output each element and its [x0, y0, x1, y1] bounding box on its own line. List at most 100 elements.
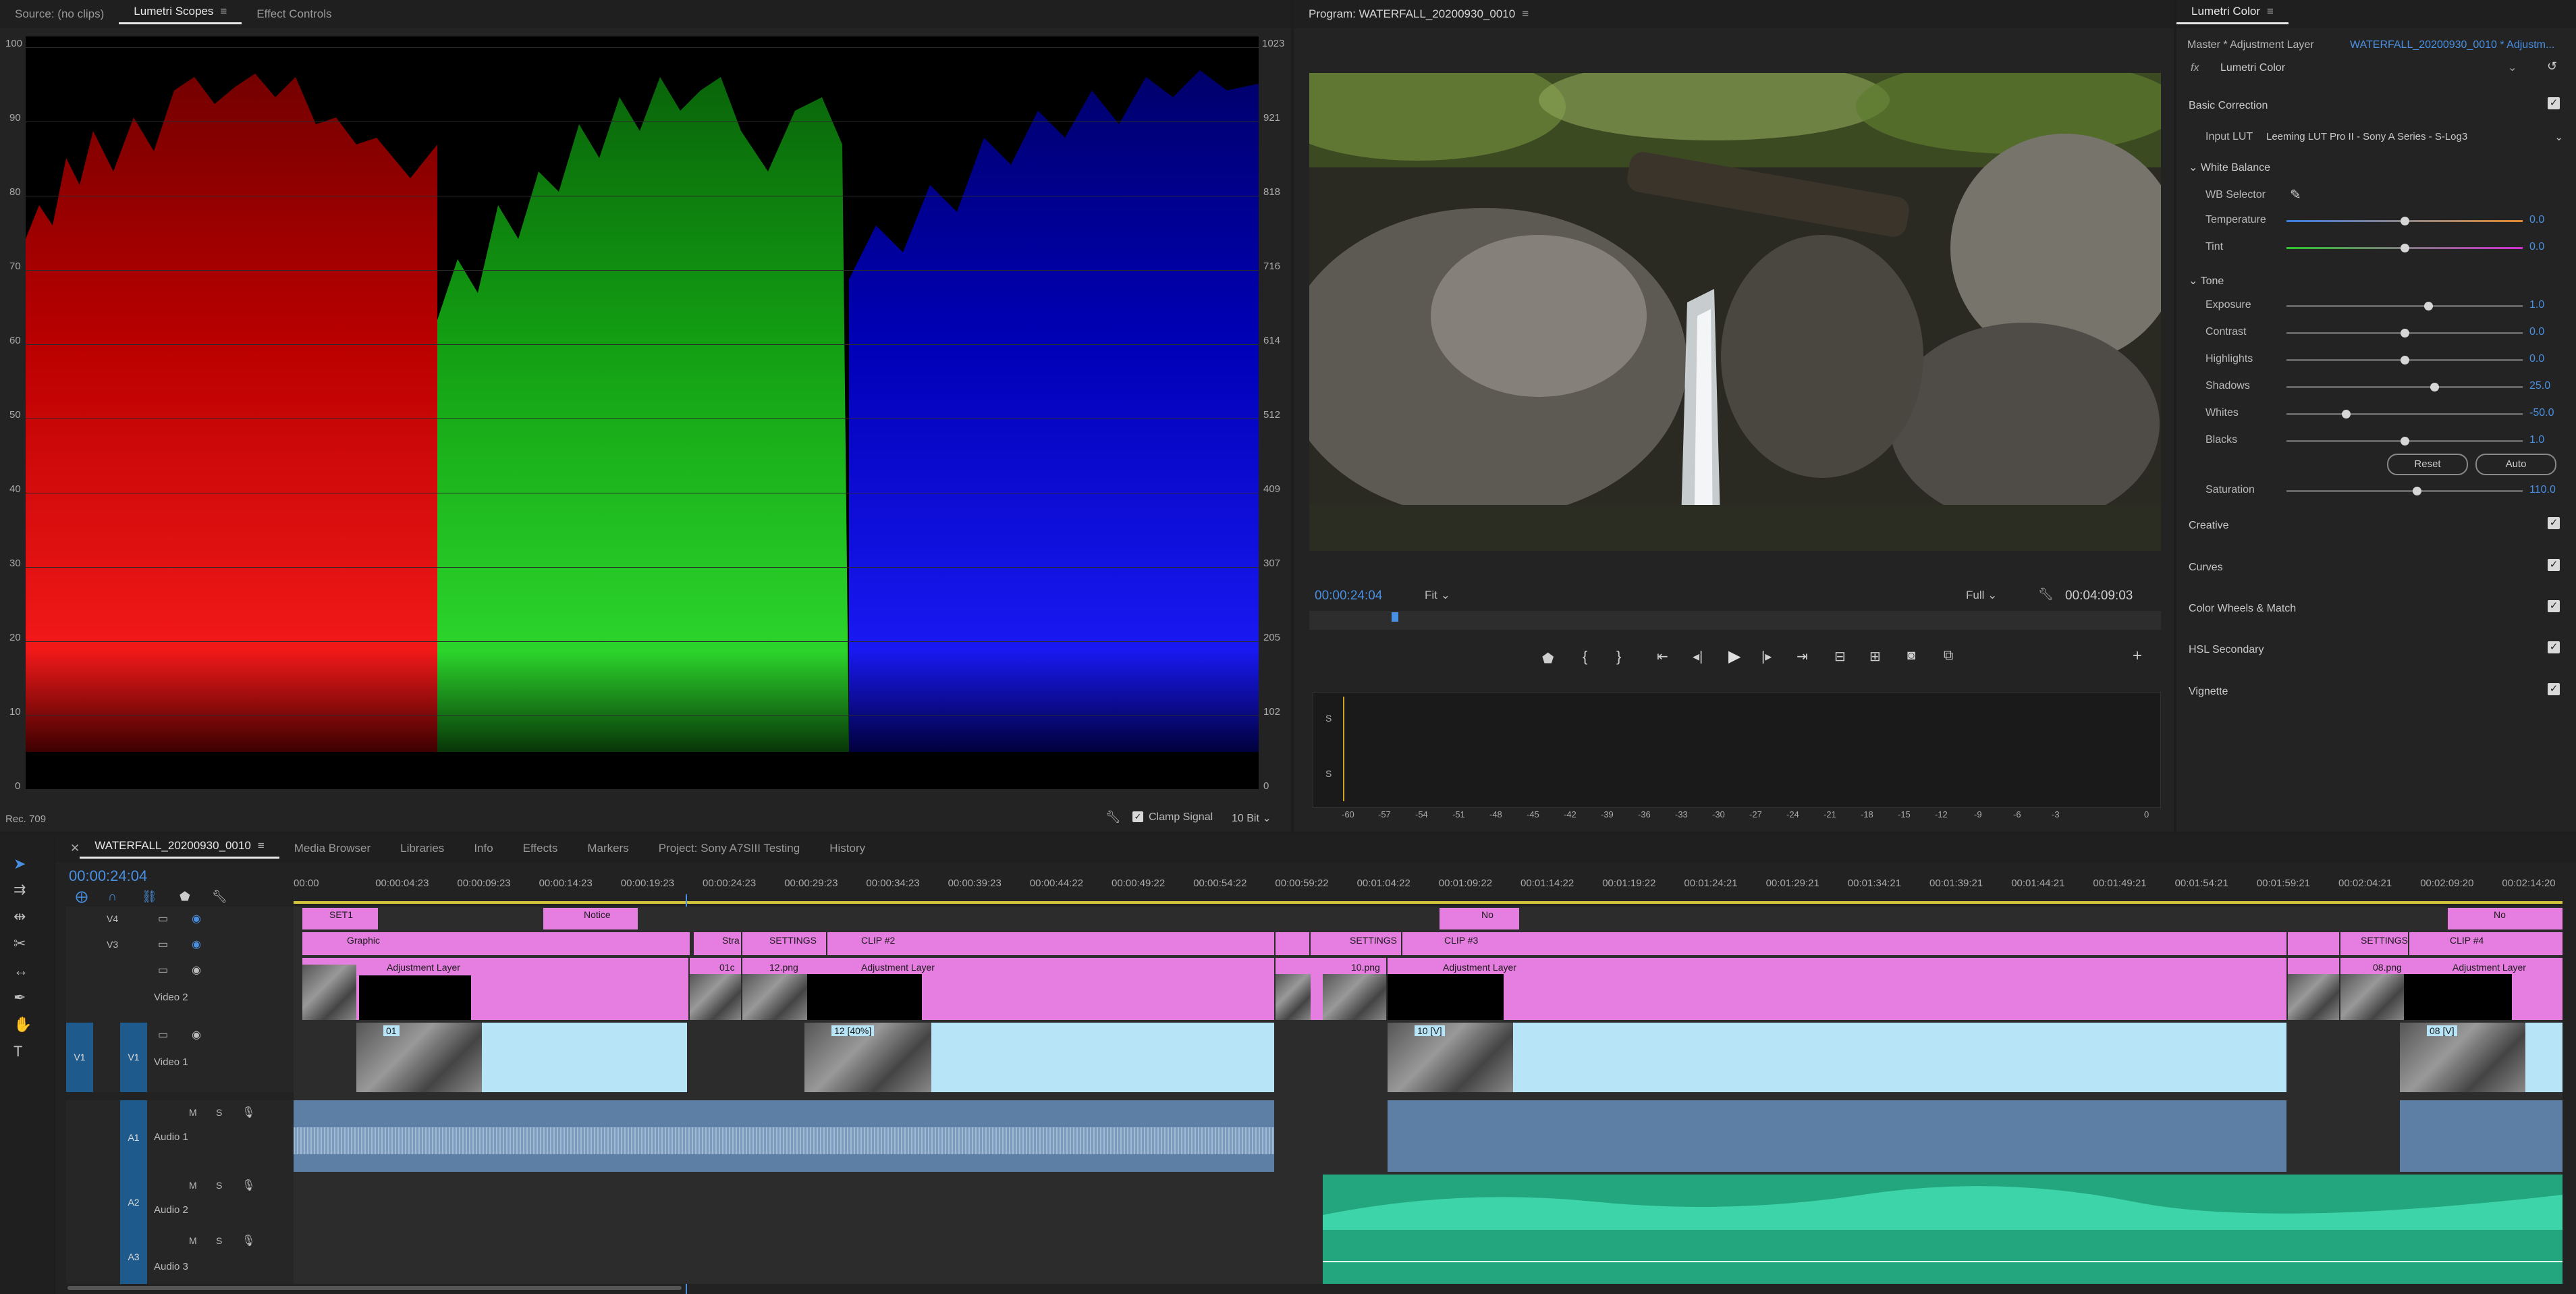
mark-in-icon[interactable]: { — [1583, 648, 1587, 666]
slider-knob[interactable] — [2341, 410, 2351, 419]
color-wheels-header[interactable]: Color Wheels & Match — [2189, 603, 2296, 615]
clip-v2-adjustment-1[interactable]: Adjustment Layer — [302, 958, 688, 1020]
eyedropper-icon[interactable]: ✎ — [2290, 186, 2301, 203]
saturation-value[interactable]: 110.0 — [2529, 484, 2556, 496]
master-clip-tab[interactable]: Master * Adjustment Layer — [2187, 39, 2314, 51]
slider-value-blacks[interactable]: 1.0 — [2529, 434, 2544, 446]
v1-target-patch[interactable]: V1 — [120, 1023, 147, 1092]
slider-knob[interactable] — [2424, 302, 2433, 311]
clip-v2-adjustment-3[interactable]: Adjustment Layer — [1388, 958, 2286, 1020]
slider-value-exposure[interactable]: 1.0 — [2529, 299, 2544, 311]
fit-dropdown[interactable]: Fit ⌄ — [1425, 589, 1450, 602]
timeline-timecode[interactable]: 00:00:24:04 — [69, 867, 147, 885]
slider-track-temperature[interactable] — [2286, 217, 2523, 225]
microphone-icon[interactable]: 🎙︎ — [242, 1106, 255, 1119]
clip-v3-settings2[interactable]: SETTINGS — [1311, 932, 1401, 955]
creative-checkbox[interactable]: ✓ — [2548, 517, 2560, 529]
meter-solo-2[interactable]: S — [1325, 768, 1332, 779]
slider-track-shadows[interactable] — [2286, 383, 2523, 392]
solo-button[interactable]: S — [216, 1107, 222, 1118]
clip-v4-no[interactable]: No — [1440, 908, 1519, 929]
ripple-edit-icon[interactable]: ⇹ — [13, 908, 26, 925]
panel-menu-icon[interactable]: ≡ — [220, 5, 227, 18]
clip-v2-12png[interactable]: 12.png — [742, 958, 807, 1020]
clip-v2-fx[interactable] — [1276, 958, 1311, 1020]
color-wheels-checkbox[interactable]: ✓ — [2548, 600, 2560, 612]
tab-lumetri-scopes[interactable]: Lumetri Scopes ≡ — [119, 5, 242, 24]
playhead-marker[interactable] — [1392, 612, 1398, 622]
v1-source-patch[interactable]: V1 — [66, 1023, 93, 1092]
clip-v3-stra[interactable]: Stra — [694, 932, 741, 955]
tab-libraries[interactable]: Libraries — [385, 842, 459, 855]
selection-tool-icon[interactable]: ➤ — [13, 855, 26, 873]
toggle-sync-lock-icon[interactable]: ▭ — [158, 912, 168, 925]
slider-track-blacks[interactable] — [2286, 437, 2523, 446]
clip-v1-12[interactable]: 12 [40%] — [804, 1023, 1274, 1092]
curves-checkbox[interactable]: ✓ — [2548, 559, 2560, 571]
export-frame-icon[interactable]: ◙ — [1907, 648, 1915, 664]
tab-effect-controls[interactable]: Effect Controls — [242, 7, 346, 21]
white-balance-header[interactable]: ⌄ White Balance — [2189, 161, 2270, 174]
solo-button[interactable]: S — [216, 1235, 222, 1246]
clip-v3-graphic[interactable]: Graphic — [302, 932, 690, 955]
a3-target-patch[interactable]: A3 — [120, 1230, 147, 1284]
hsl-secondary-header[interactable]: HSL Secondary — [2189, 644, 2264, 656]
button-editor-plus-icon[interactable]: + — [2133, 647, 2142, 666]
effect-dropdown-chevron-icon[interactable]: ⌄ — [2508, 61, 2517, 74]
clip-v2-fx-2[interactable] — [2288, 958, 2339, 1020]
slider-value-tint[interactable]: 0.0 — [2529, 241, 2544, 253]
slider-track-exposure[interactable] — [2286, 302, 2523, 311]
meter-solo-1[interactable]: S — [1325, 713, 1332, 724]
comparison-view-icon[interactable]: ⧉ — [1944, 648, 1953, 664]
slider-value-contrast[interactable]: 0.0 — [2529, 326, 2544, 338]
clip-a2-music[interactable] — [1323, 1175, 2563, 1230]
clip-v1-10[interactable]: 10 [V] — [1388, 1023, 2286, 1092]
program-scrub-bar[interactable] — [1309, 611, 2161, 630]
eye-icon[interactable]: ◉ — [192, 963, 201, 977]
razor-tool-icon[interactable]: ✂ — [13, 935, 26, 952]
clip-v2-adjustment-4[interactable]: Adjustment Layer — [2404, 958, 2563, 1020]
add-marker-timeline-icon[interactable]: ⬟ — [180, 890, 190, 904]
microphone-icon[interactable]: 🎙︎ — [242, 1179, 255, 1192]
extract-icon[interactable]: ⊞ — [1869, 648, 1881, 665]
tab-source[interactable]: Source: (no clips) — [0, 7, 119, 21]
timeline-scrollbar[interactable] — [67, 1286, 682, 1290]
slider-knob[interactable] — [2401, 437, 2409, 446]
slider-value-temperature[interactable]: 0.0 — [2529, 214, 2544, 226]
clip-v3-clip2[interactable]: CLIP #2 — [827, 932, 1274, 955]
slider-track-whites[interactable] — [2286, 410, 2523, 419]
slider-knob[interactable] — [2412, 487, 2421, 495]
slider-value-whites[interactable]: -50.0 — [2529, 407, 2554, 419]
clamp-signal-checkbox[interactable]: ✓ — [1132, 811, 1143, 822]
vignette-checkbox[interactable]: ✓ — [2548, 683, 2560, 695]
step-forward-icon[interactable]: |▸ — [1761, 648, 1772, 665]
clip-v2-01c[interactable]: 01c — [690, 958, 741, 1020]
close-icon[interactable]: ✕ — [55, 842, 80, 855]
eye-icon[interactable]: ◉ — [192, 912, 201, 925]
clip-a3-music[interactable] — [1323, 1230, 2563, 1284]
mark-out-icon[interactable]: } — [1616, 648, 1621, 666]
tab-info[interactable]: Info — [459, 842, 508, 855]
eye-icon[interactable]: ◉ — [192, 938, 201, 951]
slider-track-contrast[interactable] — [2286, 329, 2523, 338]
snap-icon[interactable]: ⨁ — [76, 890, 88, 904]
microphone-icon[interactable]: 🎙︎ — [242, 1234, 255, 1247]
program-menu-icon[interactable]: ≡ — [1522, 7, 1529, 21]
linked-selection-icon[interactable]: ⛓ — [142, 890, 157, 904]
clip-v3-fx[interactable] — [1276, 932, 1309, 955]
reset-button[interactable]: Reset — [2387, 454, 2468, 475]
tab-history[interactable]: History — [815, 842, 880, 855]
slider-track-highlights[interactable] — [2286, 356, 2523, 365]
a2-target-patch[interactable]: A2 — [120, 1175, 147, 1230]
bit-depth-dropdown[interactable]: 10 Bit ⌄ — [1232, 811, 1271, 825]
sequence-menu-icon[interactable]: ≡ — [258, 839, 265, 853]
tab-lumetri-color[interactable]: Lumetri Color ≡ — [2176, 5, 2289, 24]
clip-v3-clip3[interactable]: CLIP #3 — [1402, 932, 2286, 955]
slider-knob[interactable] — [2401, 356, 2409, 365]
clip-v2-10png[interactable]: 10.png — [1311, 958, 1386, 1020]
mute-button[interactable]: M — [189, 1107, 197, 1118]
timeline-settings-icon[interactable]: 🔧︎ — [212, 890, 227, 904]
clip-v2-adjustment-2[interactable]: Adjustment Layer — [807, 958, 1274, 1020]
settings-wrench-icon[interactable]: 🔧︎ — [2038, 587, 2054, 601]
tab-sequence[interactable]: WATERFALL_20200930_0010 ≡ — [80, 839, 279, 859]
